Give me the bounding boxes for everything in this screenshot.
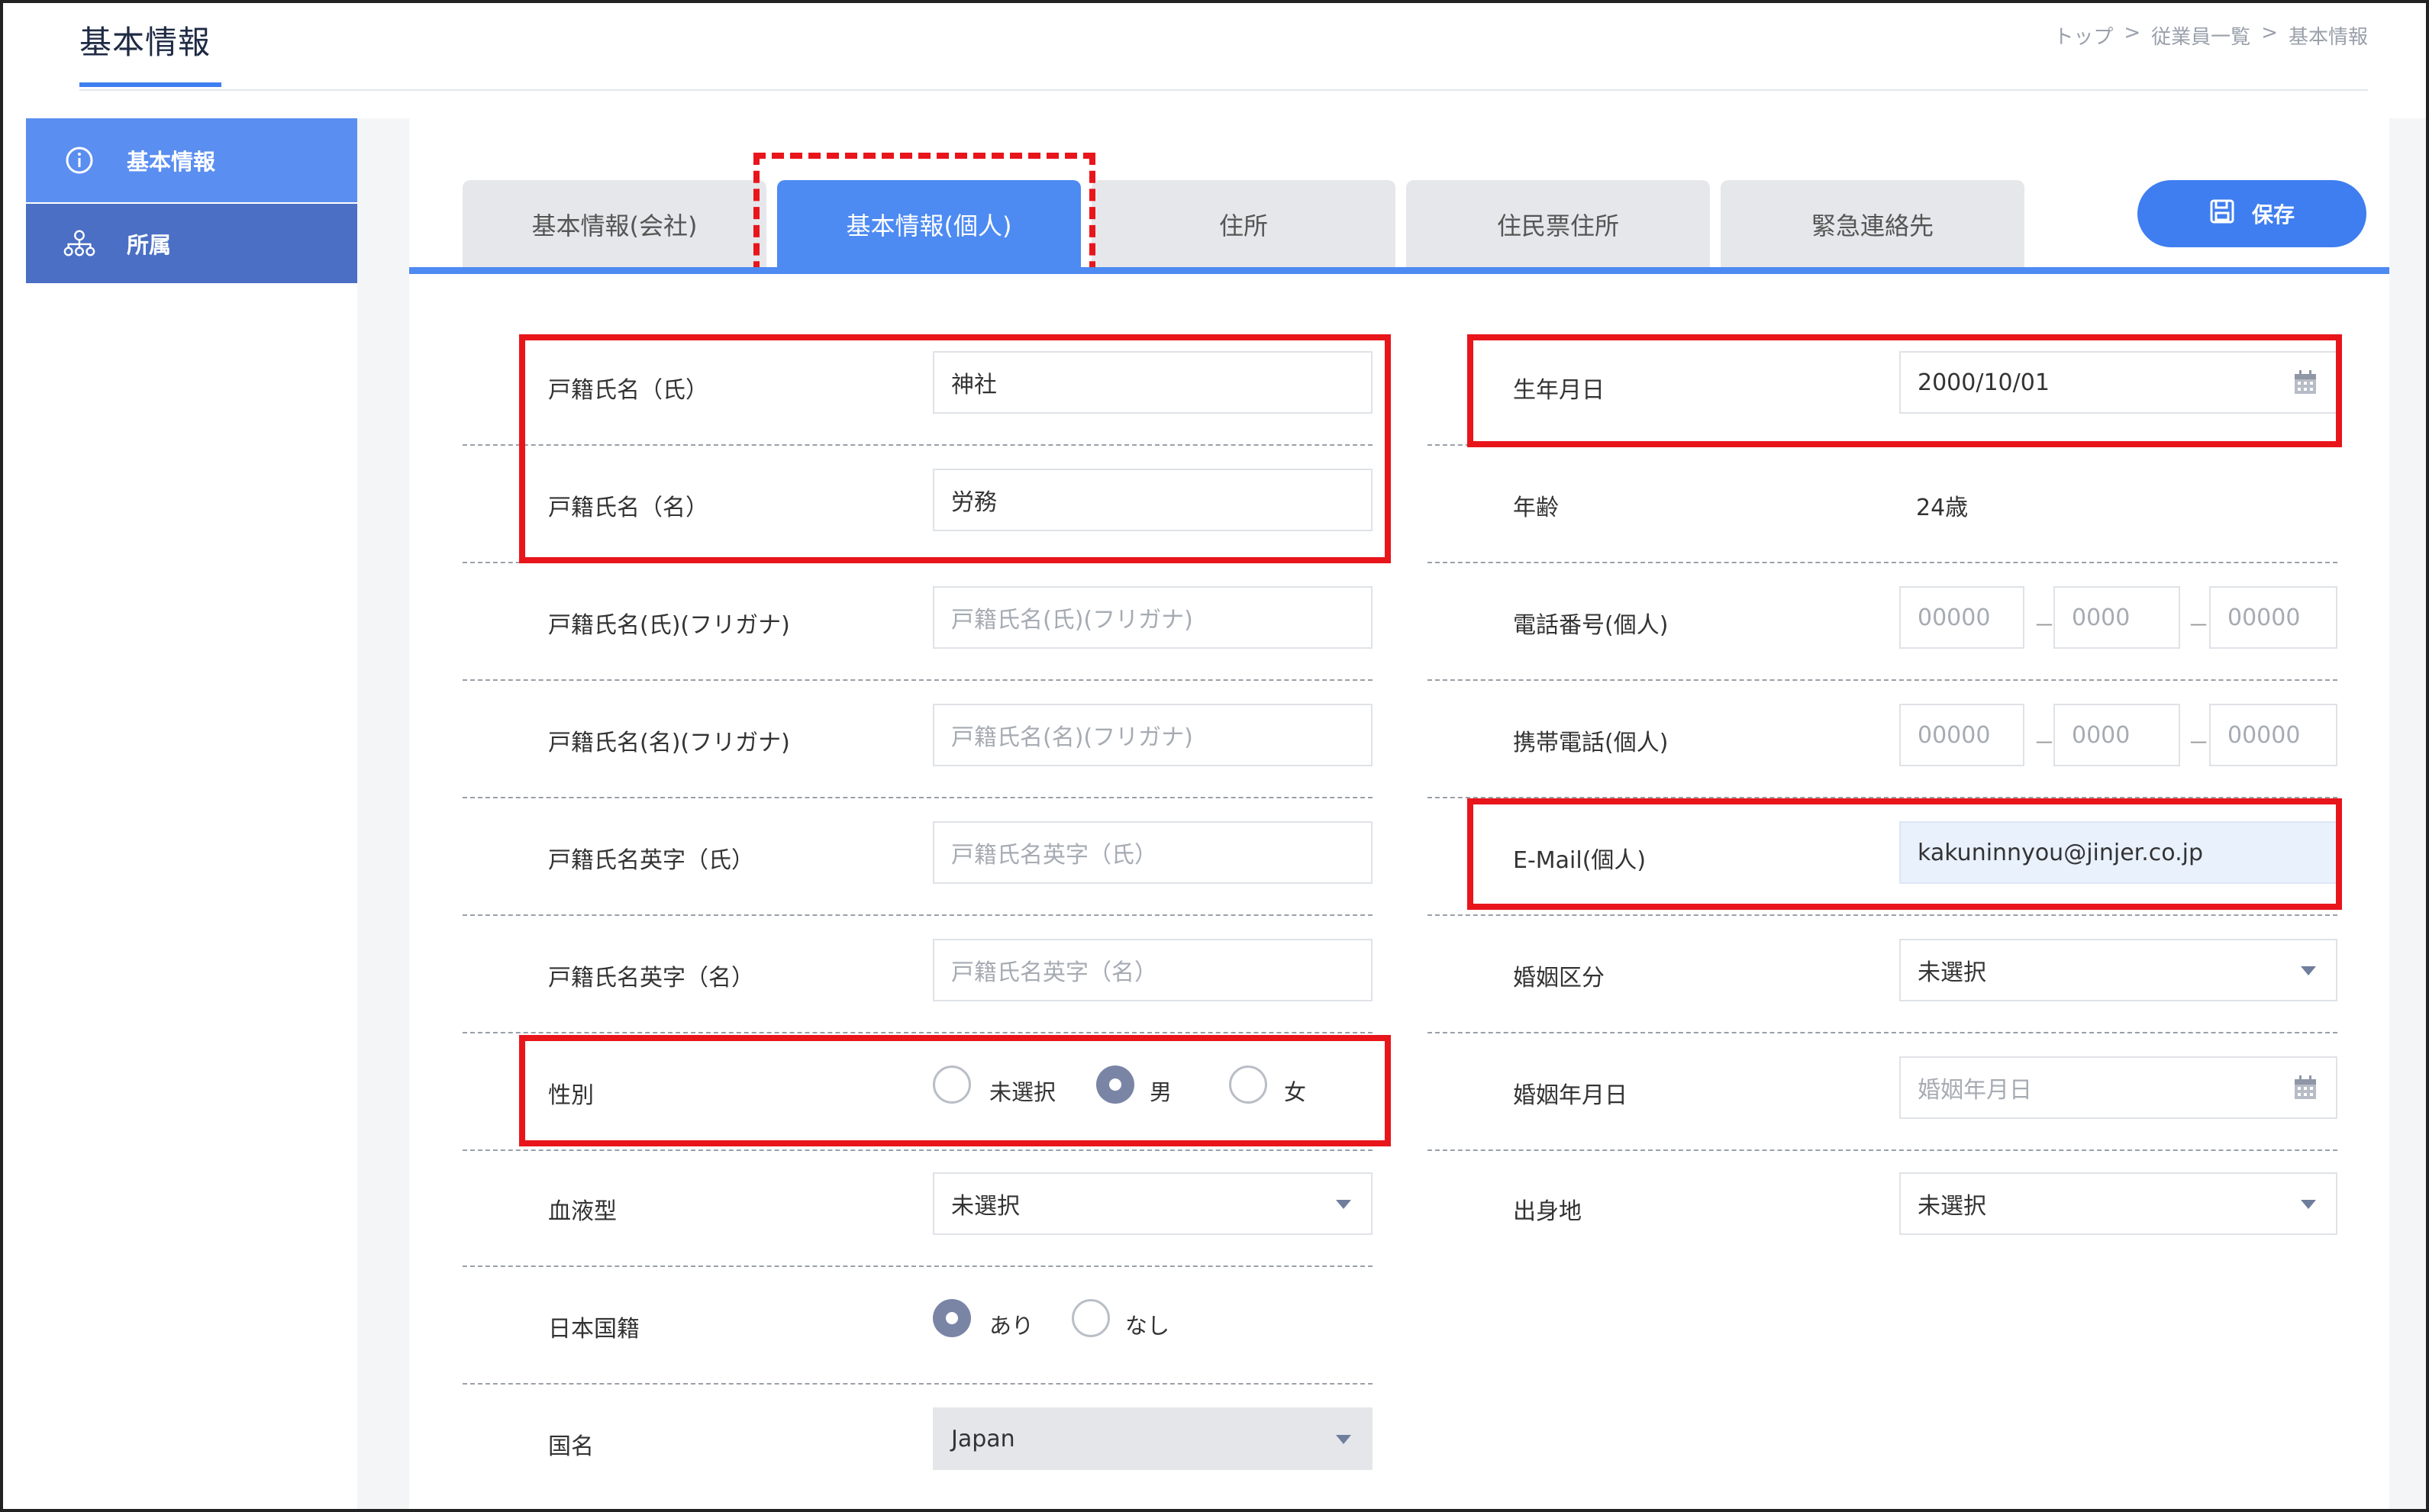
field-label: 携帯電話(個人) (1513, 730, 1669, 756)
breadcrumb-separator: > (2124, 21, 2141, 44)
select-value: 未選択 (1918, 1193, 1986, 1220)
tab-resident-address[interactable]: 住民票住所 (1406, 180, 1710, 269)
field-label: 戸籍氏名英字（名） (548, 965, 754, 991)
highlight-birthday-field (1467, 334, 2342, 447)
country-select[interactable]: Japan (933, 1407, 1373, 1470)
form-row-blood-type: 血液型 未選択 (463, 1151, 1373, 1267)
field-label: 婚姻区分 (1513, 965, 1605, 991)
org-chart-icon (63, 227, 96, 260)
form-row-japanese-nationality: 日本国籍 あり なし (463, 1269, 1373, 1385)
calendar-icon[interactable] (2293, 1075, 2318, 1107)
info-icon (63, 143, 96, 177)
input-placeholder: 婚姻年月日 (1918, 1077, 2032, 1104)
sidebar-item-label: 所属 (127, 232, 172, 258)
breadcrumb-employee-list[interactable]: 従業員一覧 (2151, 21, 2250, 50)
mobile-separator: － (2034, 730, 2056, 756)
floppy-disk-icon (2209, 198, 2235, 230)
tab-emergency-contact[interactable]: 緊急連絡先 (1721, 180, 2024, 269)
select-value: 未選択 (951, 1193, 1020, 1220)
form-row-family-english: 戸籍氏名英字（氏） 戸籍氏名英字（氏） (463, 800, 1373, 916)
form-row-age: 年齢 24歳 (1427, 447, 2337, 563)
chevron-down-icon (2301, 1200, 2316, 1209)
radio-label: なし (1125, 1313, 1170, 1339)
form-row-phone: 電話番号(個人) 00000 － 0000 － 00000 (1427, 565, 2337, 681)
field-label: 血液型 (548, 1198, 617, 1225)
mobile-part3-input[interactable]: 00000 (2209, 704, 2337, 766)
breadcrumb: トップ > 従業員一覧 > 基本情報 (2053, 21, 2368, 50)
sidebar-item-affiliation[interactable]: 所属 (26, 204, 357, 283)
chevron-down-icon (1336, 1435, 1351, 1444)
phone-separator: － (2188, 613, 2210, 638)
chevron-down-icon (1336, 1200, 1351, 1209)
form-row-marriage-date: 婚姻年月日 婚姻年月日 (1427, 1035, 2337, 1151)
form-row-mobile: 携帯電話(個人) 00000 － 0000 － 00000 (1427, 682, 2337, 798)
sidebar-item-basic-info[interactable]: 基本情報 (26, 118, 357, 202)
given-kana-input[interactable]: 戸籍氏名(名)(フリガナ) (933, 704, 1373, 766)
tab-bar: 基本情報(会社) 基本情報(個人) 住所 住民票住所 緊急連絡先 (463, 180, 2024, 269)
field-label: 国名 (548, 1433, 594, 1460)
field-label: 出身地 (1513, 1198, 1582, 1225)
header-divider (79, 89, 2368, 91)
select-value: 未選択 (1918, 959, 1986, 986)
phone-part2-input[interactable]: 0000 (2053, 586, 2180, 649)
field-label: 戸籍氏名英字（氏） (548, 847, 754, 874)
marriage-date-input[interactable]: 婚姻年月日 (1899, 1056, 2337, 1119)
form-row-birthplace: 出身地 未選択 (1427, 1151, 2337, 1267)
phone-part1-input[interactable]: 00000 (1899, 586, 2024, 649)
marital-status-select[interactable]: 未選択 (1899, 939, 2337, 1001)
breadcrumb-top[interactable]: トップ (2053, 21, 2113, 50)
save-button-label: 保存 (2251, 202, 2295, 227)
form-row-family-kana: 戸籍氏名(氏)(フリガナ) 戸籍氏名(氏)(フリガナ) (463, 565, 1373, 681)
sidebar-item-label: 基本情報 (127, 149, 216, 175)
field-label: 婚姻年月日 (1513, 1082, 1627, 1109)
phone-part3-input[interactable]: 00000 (2209, 586, 2337, 649)
breadcrumb-current: 基本情報 (2288, 26, 2368, 49)
tab-address[interactable]: 住所 (1092, 180, 1395, 269)
save-button[interactable]: 保存 (2137, 180, 2366, 247)
highlight-name-fields (519, 334, 1391, 563)
nationality-radio-yes[interactable] (933, 1299, 971, 1337)
field-label: 年齢 (1513, 495, 1559, 521)
mobile-part2-input[interactable]: 0000 (2053, 704, 2180, 766)
form-row-given-kana: 戸籍氏名(名)(フリガナ) 戸籍氏名(名)(フリガナ) (463, 682, 1373, 798)
page-gutter-right (2389, 118, 2426, 1509)
form-row-given-english: 戸籍氏名英字（名） 戸籍氏名英字（名） (463, 917, 1373, 1033)
mobile-separator: － (2188, 730, 2210, 756)
tab-basic-info-company[interactable]: 基本情報(会社) (463, 180, 766, 269)
form-row-country: 国名 Japan (463, 1386, 1373, 1502)
radio-label: あり (989, 1313, 1034, 1339)
nationality-radio-no[interactable] (1072, 1299, 1110, 1337)
field-label: 電話番号(個人) (1513, 612, 1669, 639)
phone-separator: － (2034, 613, 2056, 638)
birthplace-select[interactable]: 未選択 (1899, 1172, 2337, 1235)
page-gutter-left (357, 118, 409, 1509)
family-english-input[interactable]: 戸籍氏名英字（氏） (933, 821, 1373, 884)
page-title: 基本情報 (79, 24, 211, 61)
highlight-gender-field (519, 1035, 1391, 1146)
highlight-email-field (1467, 798, 2342, 910)
tab-bar-underline (409, 267, 2389, 274)
select-value: Japan (951, 1425, 1015, 1452)
form-row-marital-status: 婚姻区分 未選択 (1427, 917, 2337, 1033)
family-kana-input[interactable]: 戸籍氏名(氏)(フリガナ) (933, 586, 1373, 649)
field-label: 戸籍氏名(氏)(フリガナ) (548, 612, 790, 639)
breadcrumb-separator: > (2261, 21, 2278, 44)
field-label: 戸籍氏名(名)(フリガナ) (548, 730, 790, 756)
mobile-part1-input[interactable]: 00000 (1899, 704, 2024, 766)
chevron-down-icon (2301, 966, 2316, 975)
blood-type-select[interactable]: 未選択 (933, 1172, 1373, 1235)
title-underline (79, 82, 221, 87)
age-value: 24歳 (1916, 495, 1969, 521)
field-label: 日本国籍 (548, 1316, 640, 1343)
sidebar: 基本情報 所属 (26, 118, 357, 283)
given-english-input[interactable]: 戸籍氏名英字（名） (933, 939, 1373, 1001)
